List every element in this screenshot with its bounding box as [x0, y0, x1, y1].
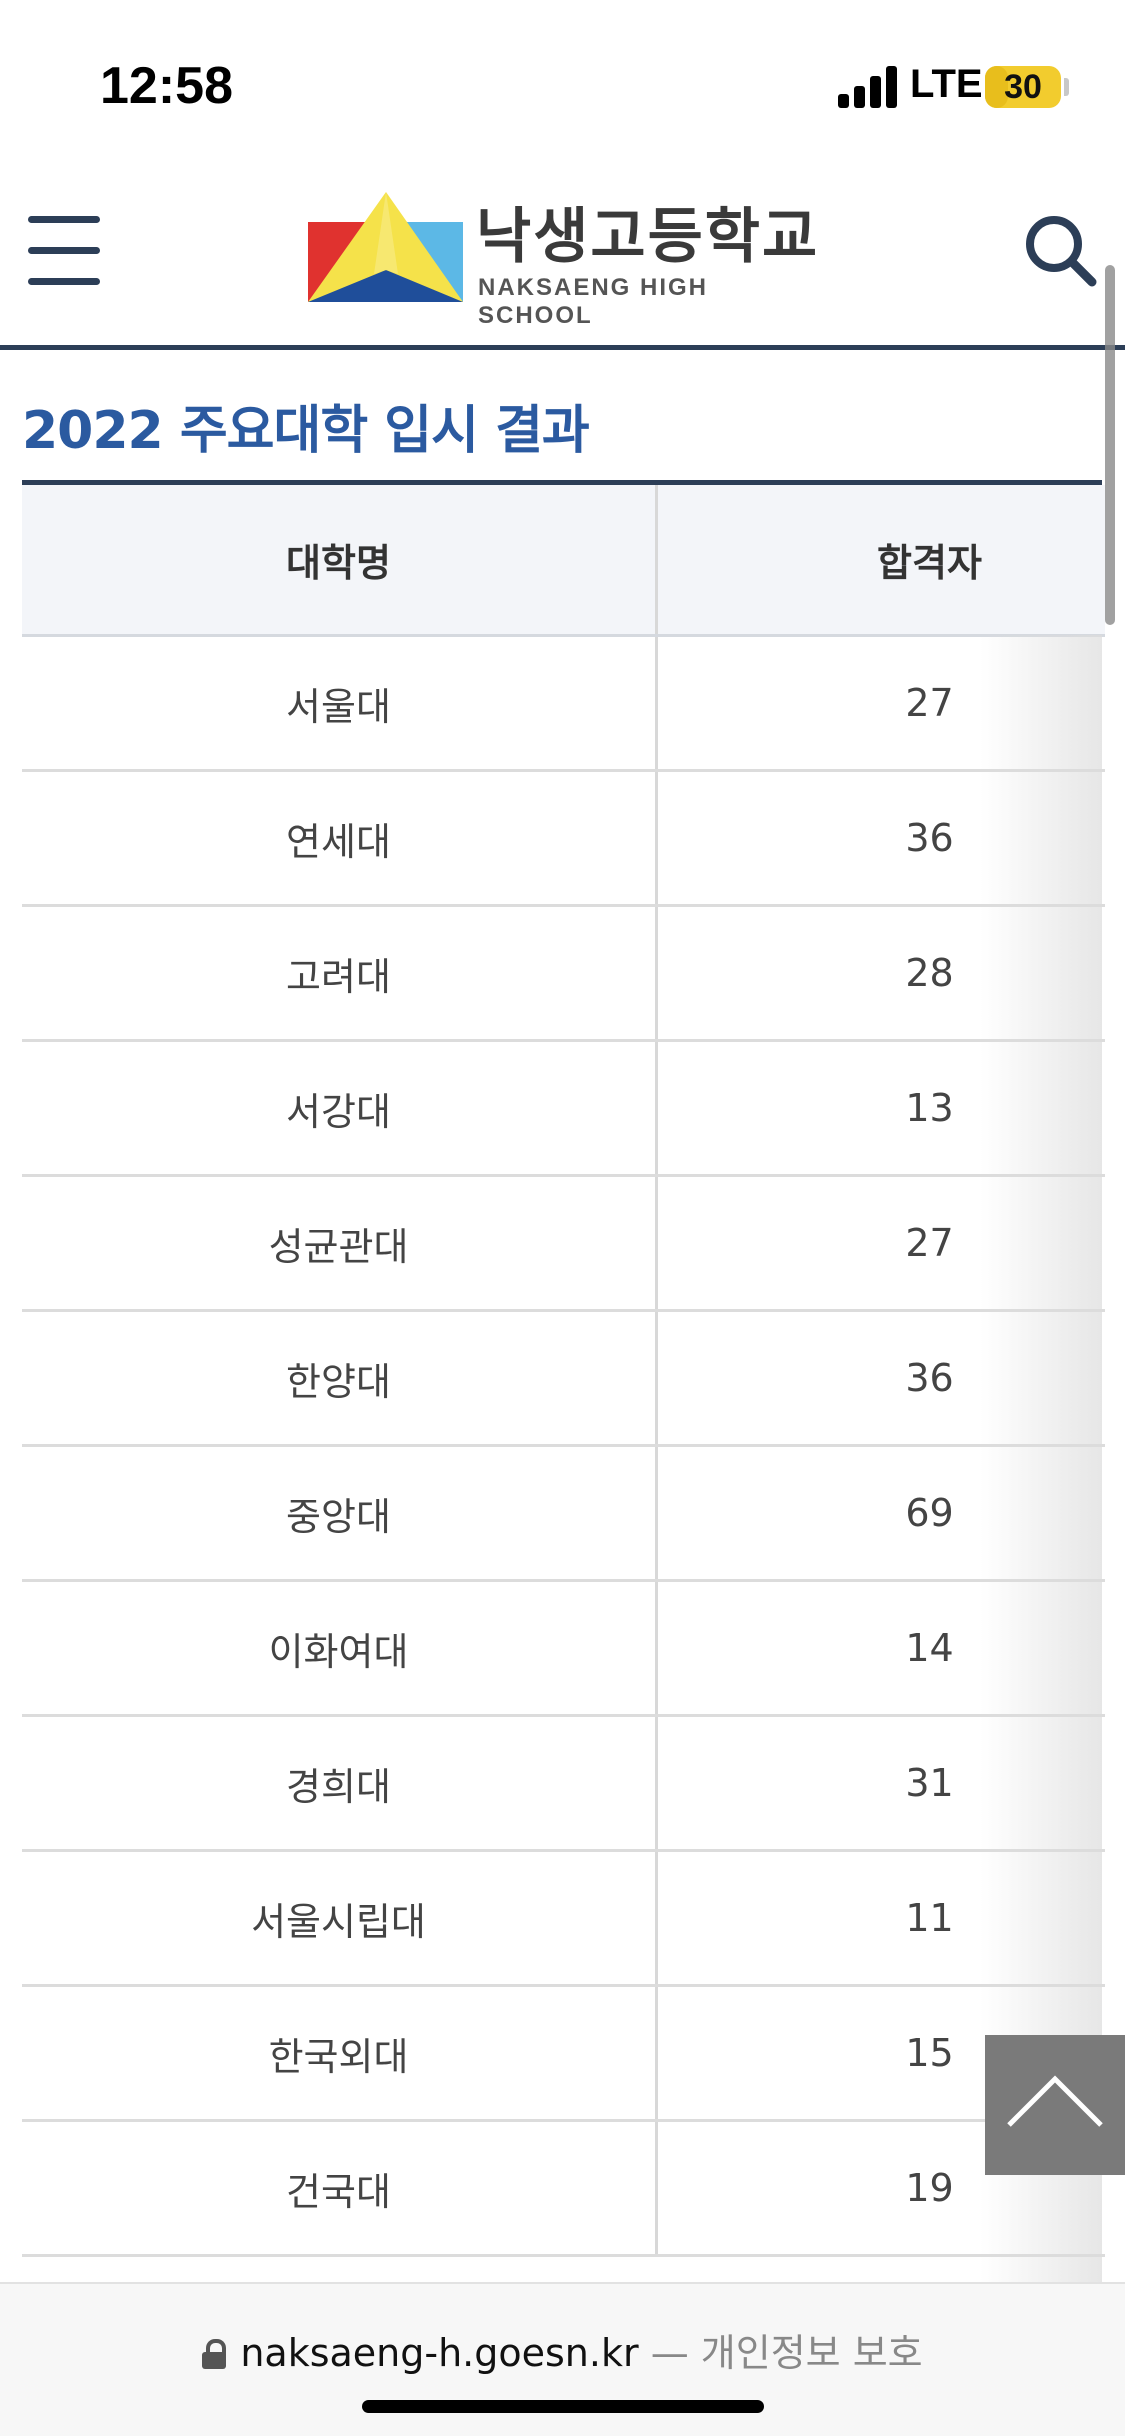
- search-icon[interactable]: [1020, 210, 1100, 290]
- admitted-count-value: 28: [905, 951, 954, 995]
- admitted-count-cell: 28: [656, 905, 1105, 1042]
- cellular-signal-icon: [838, 64, 900, 108]
- privacy-label: 개인정보 보호: [700, 2331, 923, 2375]
- scroll-to-top-button[interactable]: [985, 2035, 1125, 2175]
- site-header: 낙생고등학교 NAKSAENG HIGH SCHOOL: [0, 150, 1125, 350]
- admitted-count-cell: 31: [656, 1715, 1105, 1852]
- battery-icon: 30: [985, 66, 1061, 108]
- university-name-cell: 중앙대: [22, 1445, 658, 1582]
- hamburger-icon[interactable]: [28, 216, 100, 286]
- logo-title: 낙생고등학교: [476, 202, 820, 272]
- url-display[interactable]: naksaeng-h.goesn.kr — 개인정보 보호: [0, 2322, 1125, 2377]
- university-name-cell: 경희대: [22, 1715, 658, 1852]
- university-name-cell: 서울대: [22, 635, 658, 772]
- home-indicator[interactable]: [362, 2400, 764, 2413]
- chevron-up-icon: [1007, 2075, 1103, 2127]
- table-row: 고려대 28: [22, 905, 1105, 1042]
- admitted-count-cell: 27: [656, 635, 1105, 772]
- search-glyph: [1026, 216, 1097, 287]
- table-row: 경희대 31: [22, 1715, 1105, 1852]
- status-time: 12:58: [100, 57, 233, 115]
- table-row: 이화여대 14: [22, 1580, 1105, 1717]
- admitted-count-value: 14: [905, 1626, 954, 1670]
- table-row: 한국외대 15: [22, 1985, 1105, 2122]
- column-header-university: 대학명: [22, 485, 658, 637]
- admitted-count-cell: 11: [656, 1850, 1105, 1987]
- url-domain: naksaeng-h.goesn.kr: [240, 2331, 639, 2375]
- university-name-cell: 한국외대: [22, 1985, 658, 2122]
- admissions-table: 대학명 합격자 서울대 27 연세대 36 고려대 28 서강대 13 성균관대 27 한양대 36 중…: [22, 485, 1105, 2257]
- admitted-count-cell: 36: [656, 770, 1105, 907]
- url-separator: —: [650, 2331, 689, 2375]
- school-logo[interactable]: 낙생고등학교 NAKSAENG HIGH SCHOOL: [308, 188, 828, 329]
- admitted-count-cell: 69: [656, 1445, 1105, 1582]
- page-title: 2022 주요대학 입시 결과: [22, 401, 590, 461]
- admitted-count-value: 31: [905, 1761, 954, 1805]
- network-type: LTE: [910, 62, 983, 106]
- table-header-row: 대학명 합격자: [22, 485, 1105, 637]
- vertical-scrollbar[interactable]: [1105, 265, 1115, 625]
- table-row: 연세대 36: [22, 770, 1105, 907]
- lock-icon: [202, 2339, 227, 2369]
- admitted-count-value: 11: [905, 1896, 954, 1940]
- table-body: 서울대 27 연세대 36 고려대 28 서강대 13 성균관대 27 한양대 36 중앙대 69 이화여대…: [22, 635, 1105, 2257]
- university-name-cell: 이화여대: [22, 1580, 658, 1717]
- table-row: 한양대 36: [22, 1310, 1105, 1447]
- table-row: 서울시립대 11: [22, 1850, 1105, 1987]
- table-row: 성균관대 27: [22, 1175, 1105, 1312]
- logo-subtitle: NAKSAENG HIGH SCHOOL: [478, 274, 709, 329]
- admitted-count-value: 13: [905, 1086, 954, 1130]
- admitted-count-cell: 14: [656, 1580, 1105, 1717]
- admitted-count-cell: 13: [656, 1040, 1105, 1177]
- battery-cap: [1064, 78, 1069, 96]
- logo-emblem: [308, 192, 463, 302]
- table-row: 서강대 13: [22, 1040, 1105, 1177]
- column-header-count-label: 합격자: [877, 541, 982, 585]
- table-row: 중앙대 69: [22, 1445, 1105, 1582]
- university-name-cell: 연세대: [22, 770, 658, 907]
- admitted-count-value: 19: [905, 2166, 954, 2210]
- university-name-cell: 한양대: [22, 1310, 658, 1447]
- page: 12:58 LTE 30 낙생고등학교 NAKSAENG HIGH SCHOOL…: [0, 0, 1125, 2436]
- admitted-count-value: 36: [905, 1356, 954, 1400]
- admitted-count-value: 27: [905, 1221, 954, 1265]
- university-name-cell: 성균관대: [22, 1175, 658, 1312]
- university-name-cell: 건국대: [22, 2120, 658, 2257]
- admitted-count-value: 36: [905, 816, 954, 860]
- university-name-cell: 고려대: [22, 905, 658, 1042]
- admitted-count-value: 69: [905, 1491, 954, 1535]
- admitted-count-value: 27: [905, 681, 954, 725]
- table-row: 건국대 19: [22, 2120, 1105, 2257]
- battery-percent: 30: [1004, 68, 1042, 106]
- table-row: 서울대 27: [22, 635, 1105, 772]
- admitted-count-cell: 27: [656, 1175, 1105, 1312]
- university-name-cell: 서강대: [22, 1040, 658, 1177]
- university-name-cell: 서울시립대: [22, 1850, 658, 1987]
- admitted-count-value: 15: [905, 2031, 954, 2075]
- status-bar: 12:58 LTE 30: [0, 0, 1125, 150]
- admitted-count-cell: 36: [656, 1310, 1105, 1447]
- column-header-count: 합격자: [656, 485, 1105, 637]
